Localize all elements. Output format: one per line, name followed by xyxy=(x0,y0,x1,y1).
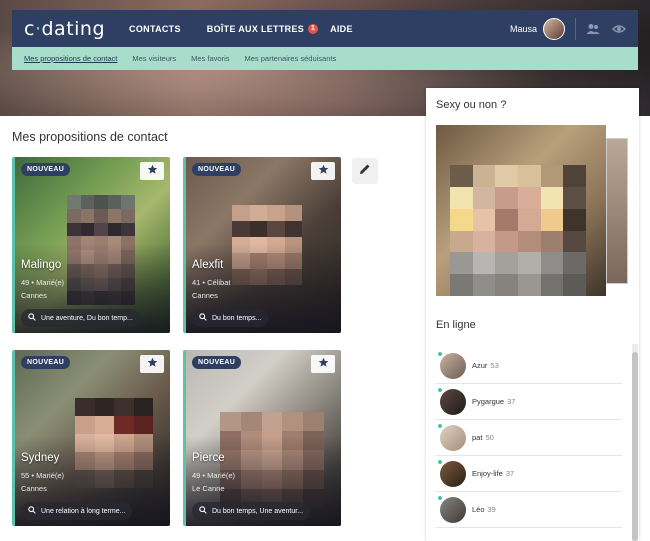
top-navigation: c·dating CONTACTS BOÎTE AUX LETTRES 1 AI… xyxy=(12,10,638,47)
search-icon xyxy=(28,506,36,516)
star-icon xyxy=(147,355,158,373)
online-list-scrollbar[interactable] xyxy=(632,344,638,541)
search-icon xyxy=(199,506,207,516)
search-intent-pill: Du bon temps, Une aventur... xyxy=(192,502,311,520)
favorite-star-button[interactable] xyxy=(311,355,335,373)
profile-name: Alexfit xyxy=(192,259,224,271)
online-user-name: Pygargue xyxy=(472,397,505,406)
users-icon[interactable] xyxy=(586,22,600,36)
profile-name: Sydney xyxy=(21,452,60,464)
search-intent-text: Une relation à long terme... xyxy=(41,507,126,515)
subnav-attractive-partners[interactable]: Mes partenaires séduisants xyxy=(245,54,337,63)
online-indicator xyxy=(437,386,443,393)
user-avatar xyxy=(437,386,466,415)
search-intent-pill: Du bon temps... xyxy=(192,309,269,327)
online-user-name: Enjoy-life xyxy=(472,469,503,478)
search-intent-text: Une aventure, Du bon temp... xyxy=(41,314,133,322)
search-icon xyxy=(28,313,36,323)
online-user-name: Léo xyxy=(472,505,485,514)
profile-city: Le Canne xyxy=(192,484,225,493)
favorite-star-button[interactable] xyxy=(311,162,335,180)
nav-mailbox[interactable]: BOÎTE AUX LETTRES 1 xyxy=(206,23,319,34)
nav-help[interactable]: AIDE xyxy=(330,24,353,34)
profile-card[interactable]: NOUVEAU Pierce 49 • Marié(e) Le Canne Du… xyxy=(183,350,341,526)
profile-city: Cannes xyxy=(21,291,47,300)
online-users-list: Azur 53 Pygargue 37 pat 50 Enjoy-life 37 Léo… xyxy=(436,344,638,541)
profile-city: Cannes xyxy=(21,484,47,493)
pencil-icon xyxy=(359,162,371,180)
nav-mailbox-label: BOÎTE AUX LETTRES xyxy=(206,23,305,34)
edit-button[interactable] xyxy=(352,158,378,184)
new-badge: NOUVEAU xyxy=(192,163,242,176)
online-title: En ligne xyxy=(436,319,476,331)
user-avatar xyxy=(543,17,565,40)
sidebar-panel: Sexy ou non ? En ligne Azur 53 Pygargue 37… xyxy=(426,88,639,541)
profile-card[interactable]: NOUVEAU Alexfit 41 • Célibat Cannes Du b… xyxy=(183,157,341,333)
profile-age-status: 41 • Célibat xyxy=(192,278,231,287)
username: Mausa xyxy=(509,23,537,34)
user-avatar xyxy=(437,422,466,451)
online-user-row[interactable]: Pygargue 37 xyxy=(436,384,622,420)
profile-card[interactable]: NOUVEAU Sydney 55 • Marié(e) Cannes Une … xyxy=(12,350,170,526)
new-badge: NOUVEAU xyxy=(21,163,71,176)
star-icon xyxy=(318,355,329,373)
profile-card[interactable]: NOUVEAU Malingo 49 • Marié(e) Cannes Une… xyxy=(12,157,170,333)
next-profile-preview[interactable] xyxy=(606,138,628,284)
online-indicator xyxy=(437,422,443,429)
online-user-row[interactable]: Azur 53 xyxy=(436,348,622,384)
profile-age-status: 49 • Marié(e) xyxy=(21,278,65,287)
search-intent-pill: Une aventure, Du bon temp... xyxy=(21,309,140,327)
mailbox-count-badge: 1 xyxy=(308,23,319,34)
nav-contacts[interactable]: CONTACTS xyxy=(129,24,181,34)
sexy-or-not-photo[interactable] xyxy=(436,125,606,296)
user-avatar xyxy=(437,458,466,487)
logo[interactable]: c·dating xyxy=(24,18,105,40)
profile-name: Malingo xyxy=(21,259,62,271)
star-icon xyxy=(318,162,329,180)
profile-name: Pierce xyxy=(192,452,225,464)
online-user-age: 39 xyxy=(487,505,496,514)
online-user-age: 50 xyxy=(485,433,494,442)
favorite-star-button[interactable] xyxy=(140,162,164,180)
online-indicator xyxy=(437,458,443,465)
search-intent-text: Du bon temps... xyxy=(212,314,262,322)
online-user-age: 37 xyxy=(507,397,516,406)
star-icon xyxy=(147,162,158,180)
profile-city: Cannes xyxy=(192,291,218,300)
user-avatar xyxy=(437,350,466,379)
search-icon xyxy=(199,313,207,323)
favorite-star-button[interactable] xyxy=(140,355,164,373)
nav-divider xyxy=(575,17,576,40)
online-user-age: 37 xyxy=(505,469,515,478)
search-intent-text: Du bon temps, Une aventur... xyxy=(212,507,304,515)
sub-navigation: Mes propositions de contact Mes visiteur… xyxy=(12,47,638,70)
scrollbar-thumb[interactable] xyxy=(632,352,638,541)
new-badge: NOUVEAU xyxy=(21,356,71,369)
profile-age-status: 55 • Marié(e) xyxy=(21,471,65,480)
user-avatar xyxy=(437,494,466,523)
subnav-visitors[interactable]: Mes visiteurs xyxy=(132,54,176,63)
online-user-row[interactable]: pat 50 xyxy=(436,420,622,456)
online-user-name: pat xyxy=(472,433,483,442)
profile-age-status: 49 • Marié(e) xyxy=(192,471,236,480)
eye-icon[interactable] xyxy=(612,22,626,36)
online-indicator xyxy=(437,350,443,357)
subnav-favorites[interactable]: Mes favoris xyxy=(191,54,229,63)
online-user-name: Azur xyxy=(472,361,488,370)
online-user-row[interactable]: Léo 39 xyxy=(436,492,622,528)
online-user-row[interactable]: Enjoy-life 37 xyxy=(436,456,622,492)
search-intent-pill: Une relation à long terme... xyxy=(21,502,133,520)
new-badge: NOUVEAU xyxy=(192,356,242,369)
subnav-proposals[interactable]: Mes propositions de contact xyxy=(24,54,117,63)
sexy-or-not-title: Sexy ou non ? xyxy=(436,99,507,111)
user-menu[interactable]: Mausa xyxy=(509,17,638,40)
pixelated-face xyxy=(450,165,586,296)
online-user-age: 53 xyxy=(490,361,499,370)
online-indicator xyxy=(437,494,443,501)
page-title: Mes propositions de contact xyxy=(12,130,168,144)
